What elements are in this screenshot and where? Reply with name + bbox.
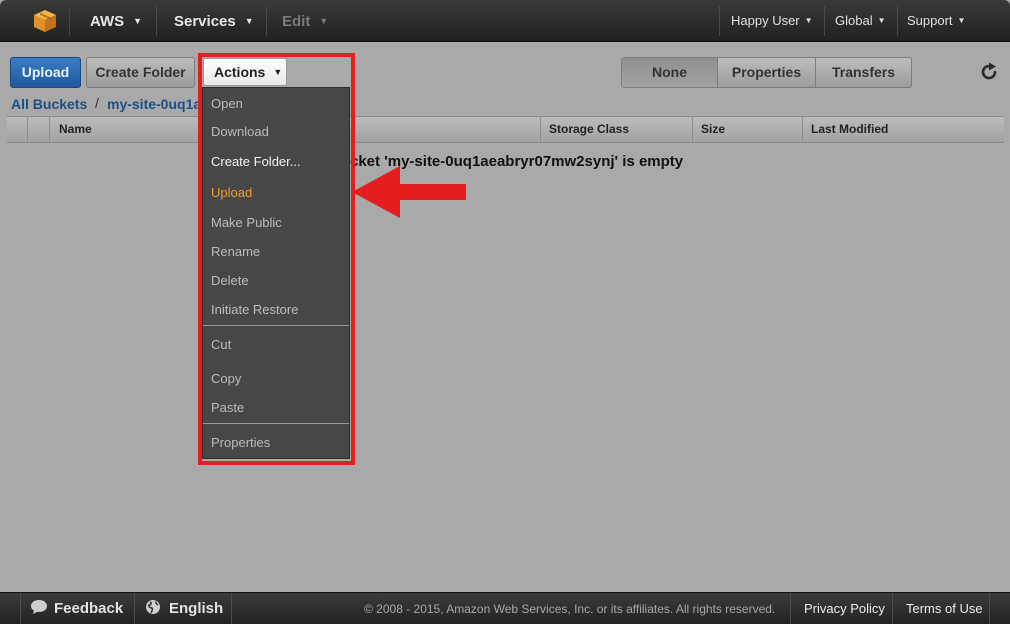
nav-divider <box>897 6 898 36</box>
annotation-arrow-icon <box>352 166 466 218</box>
footer-bar: Feedback English © 2008 - 2015, Amazon W… <box>0 592 1010 624</box>
refresh-icon[interactable] <box>978 61 1000 83</box>
panel-toggle-group: None Properties Transfers <box>621 57 912 88</box>
column-last-modified[interactable]: Last Modified <box>802 117 1004 142</box>
column-size[interactable]: Size <box>692 117 802 142</box>
top-navigation-bar: AWS ▼ Services ▼ Edit ▼ Happy User ▼ Global ▼… <box>0 0 1010 42</box>
icon-column <box>27 117 49 142</box>
support-menu[interactable]: Support ▼ <box>907 0 965 42</box>
nav-divider <box>824 6 825 36</box>
create-folder-button[interactable]: Create Folder <box>86 57 195 88</box>
support-menu-label: Support <box>907 13 953 28</box>
panel-none-button[interactable]: None <box>622 58 718 87</box>
breadcrumb-separator: / <box>95 95 99 111</box>
footer-divider <box>989 593 990 624</box>
region-menu-label: Global <box>835 13 873 28</box>
globe-icon <box>146 600 160 614</box>
feedback-label: Feedback <box>54 600 124 617</box>
terms-of-use-link[interactable]: Terms of Use <box>906 593 983 624</box>
breadcrumb-bucket[interactable]: my-site-0uq1a <box>107 95 199 113</box>
aws-menu-label: AWS <box>90 13 125 30</box>
breadcrumb-all-buckets[interactable]: All Buckets <box>11 95 87 113</box>
upload-button[interactable]: Upload <box>10 57 81 88</box>
chevron-down-icon: ▼ <box>244 16 254 26</box>
panel-properties-button[interactable]: Properties <box>718 58 816 87</box>
nav-divider <box>266 6 267 36</box>
object-table-header: Name Storage Class Size Last Modified <box>7 116 1004 143</box>
edit-menu-label: Edit <box>282 13 311 30</box>
chevron-down-icon: ▼ <box>133 16 143 26</box>
nav-divider <box>156 6 157 36</box>
user-menu[interactable]: Happy User ▼ <box>731 0 813 42</box>
chevron-down-icon: ▼ <box>804 16 813 25</box>
services-menu[interactable]: Services ▼ <box>174 0 254 42</box>
footer-divider <box>20 593 21 624</box>
chevron-down-icon: ▼ <box>877 16 886 25</box>
user-menu-label: Happy User <box>731 13 800 28</box>
nav-divider <box>719 6 720 36</box>
aws-menu[interactable]: AWS ▼ <box>90 0 142 42</box>
footer-divider <box>892 593 893 624</box>
services-menu-label: Services <box>174 13 236 30</box>
select-all-column[interactable] <box>7 117 27 142</box>
annotation-highlight-box <box>198 53 355 465</box>
feedback-link[interactable]: Feedback <box>30 593 123 624</box>
region-menu[interactable]: Global ▼ <box>835 0 886 42</box>
column-storage-class[interactable]: Storage Class <box>540 117 692 142</box>
language-label: English <box>169 600 224 617</box>
speech-bubble-icon <box>31 600 47 614</box>
chevron-down-icon: ▼ <box>957 16 966 25</box>
edit-menu[interactable]: Edit ▼ <box>282 0 328 42</box>
footer-divider <box>134 593 135 624</box>
footer-divider <box>790 593 791 624</box>
copyright-text: © 2008 - 2015, Amazon Web Services, Inc.… <box>364 602 776 616</box>
chevron-down-icon: ▼ <box>319 16 329 26</box>
language-selector[interactable]: English <box>145 593 223 624</box>
panel-transfers-button[interactable]: Transfers <box>816 58 911 87</box>
aws-cube-icon[interactable] <box>22 6 70 36</box>
privacy-policy-link[interactable]: Privacy Policy <box>804 593 885 624</box>
footer-divider <box>231 593 232 624</box>
